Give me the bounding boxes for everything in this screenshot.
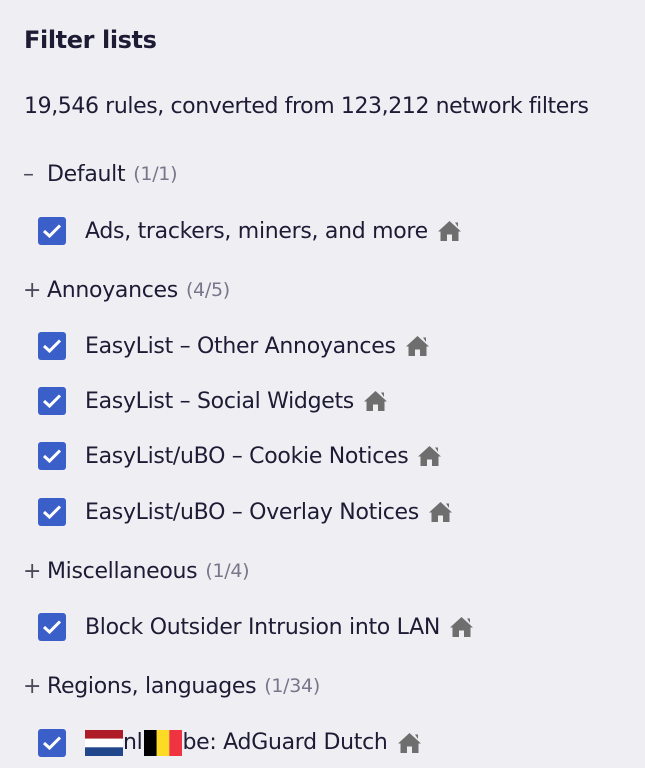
checkbox-checked[interactable] (38, 387, 66, 415)
filter-label[interactable]: Block Outsider Intrusion into LAN (85, 615, 440, 640)
home-icon[interactable] (404, 334, 431, 358)
filter-label[interactable]: EasyList – Other Annoyances (85, 334, 396, 359)
checkmark-icon (42, 449, 62, 464)
filter-list-item: EasyList/uBO – Overlay Notices (38, 495, 454, 529)
checkmark-icon (42, 339, 62, 354)
checkmark-icon (42, 394, 62, 409)
checkmark-icon (42, 736, 62, 751)
language-code: nl (123, 730, 143, 755)
group-label[interactable]: Miscellaneous (47, 559, 198, 584)
filter-label[interactable]: EasyList/uBO – Overlay Notices (85, 500, 419, 525)
checkbox-checked[interactable] (38, 217, 66, 245)
checkmark-icon (42, 505, 62, 520)
filter-label-text: be: AdGuard Dutch (182, 730, 388, 755)
group-label[interactable]: Regions, languages (47, 674, 257, 699)
group-annoyances[interactable]: + Annoyances (4/5) (23, 274, 230, 306)
group-label[interactable]: Annoyances (47, 278, 178, 303)
group-count: (1/4) (205, 560, 250, 582)
filter-label[interactable]: EasyList/uBO – Cookie Notices (85, 444, 409, 469)
collapse-toggle[interactable]: – (23, 162, 47, 187)
home-icon[interactable] (362, 389, 389, 413)
expand-toggle[interactable]: + (23, 559, 47, 584)
group-label[interactable]: Default (47, 162, 126, 187)
filter-list-item: EasyList – Other Annoyances (38, 329, 431, 363)
expand-toggle[interactable]: + (23, 278, 47, 303)
filter-list-item: EasyList/uBO – Cookie Notices (38, 439, 443, 473)
filter-list-item: Block Outsider Intrusion into LAN (38, 610, 475, 644)
rules-summary: 19,546 rules, converted from 123,212 net… (24, 94, 589, 119)
home-icon[interactable] (416, 444, 443, 468)
checkbox-checked[interactable] (38, 729, 66, 757)
checkbox-checked[interactable] (38, 613, 66, 641)
checkbox-checked[interactable] (38, 442, 66, 470)
group-count: (1/34) (264, 675, 320, 697)
filter-label[interactable]: Ads, trackers, miners, and more (85, 219, 428, 244)
group-default[interactable]: – Default (1/1) (23, 158, 178, 190)
filter-label[interactable]: nl be: AdGuard Dutch (85, 730, 388, 756)
filter-list-item: nl be: AdGuard Dutch (38, 726, 423, 760)
checkmark-icon (42, 224, 62, 239)
netherlands-flag-icon (85, 730, 123, 756)
belgium-flag-icon (144, 730, 183, 756)
home-icon[interactable] (448, 615, 475, 639)
group-count: (4/5) (185, 279, 230, 301)
checkbox-checked[interactable] (38, 498, 66, 526)
filter-list-item: EasyList – Social Widgets (38, 384, 389, 418)
filter-label[interactable]: EasyList – Social Widgets (85, 389, 354, 414)
home-icon[interactable] (427, 500, 454, 524)
checkmark-icon (42, 620, 62, 635)
page-title: Filter lists (24, 26, 157, 54)
group-miscellaneous[interactable]: + Miscellaneous (1/4) (23, 555, 250, 587)
filter-list-item: Ads, trackers, miners, and more (38, 214, 463, 248)
group-count: (1/1) (133, 163, 178, 185)
home-icon[interactable] (396, 731, 423, 755)
expand-toggle[interactable]: + (23, 674, 47, 699)
checkbox-checked[interactable] (38, 332, 66, 360)
group-regions-languages[interactable]: + Regions, languages (1/34) (23, 670, 320, 702)
home-icon[interactable] (436, 219, 463, 243)
